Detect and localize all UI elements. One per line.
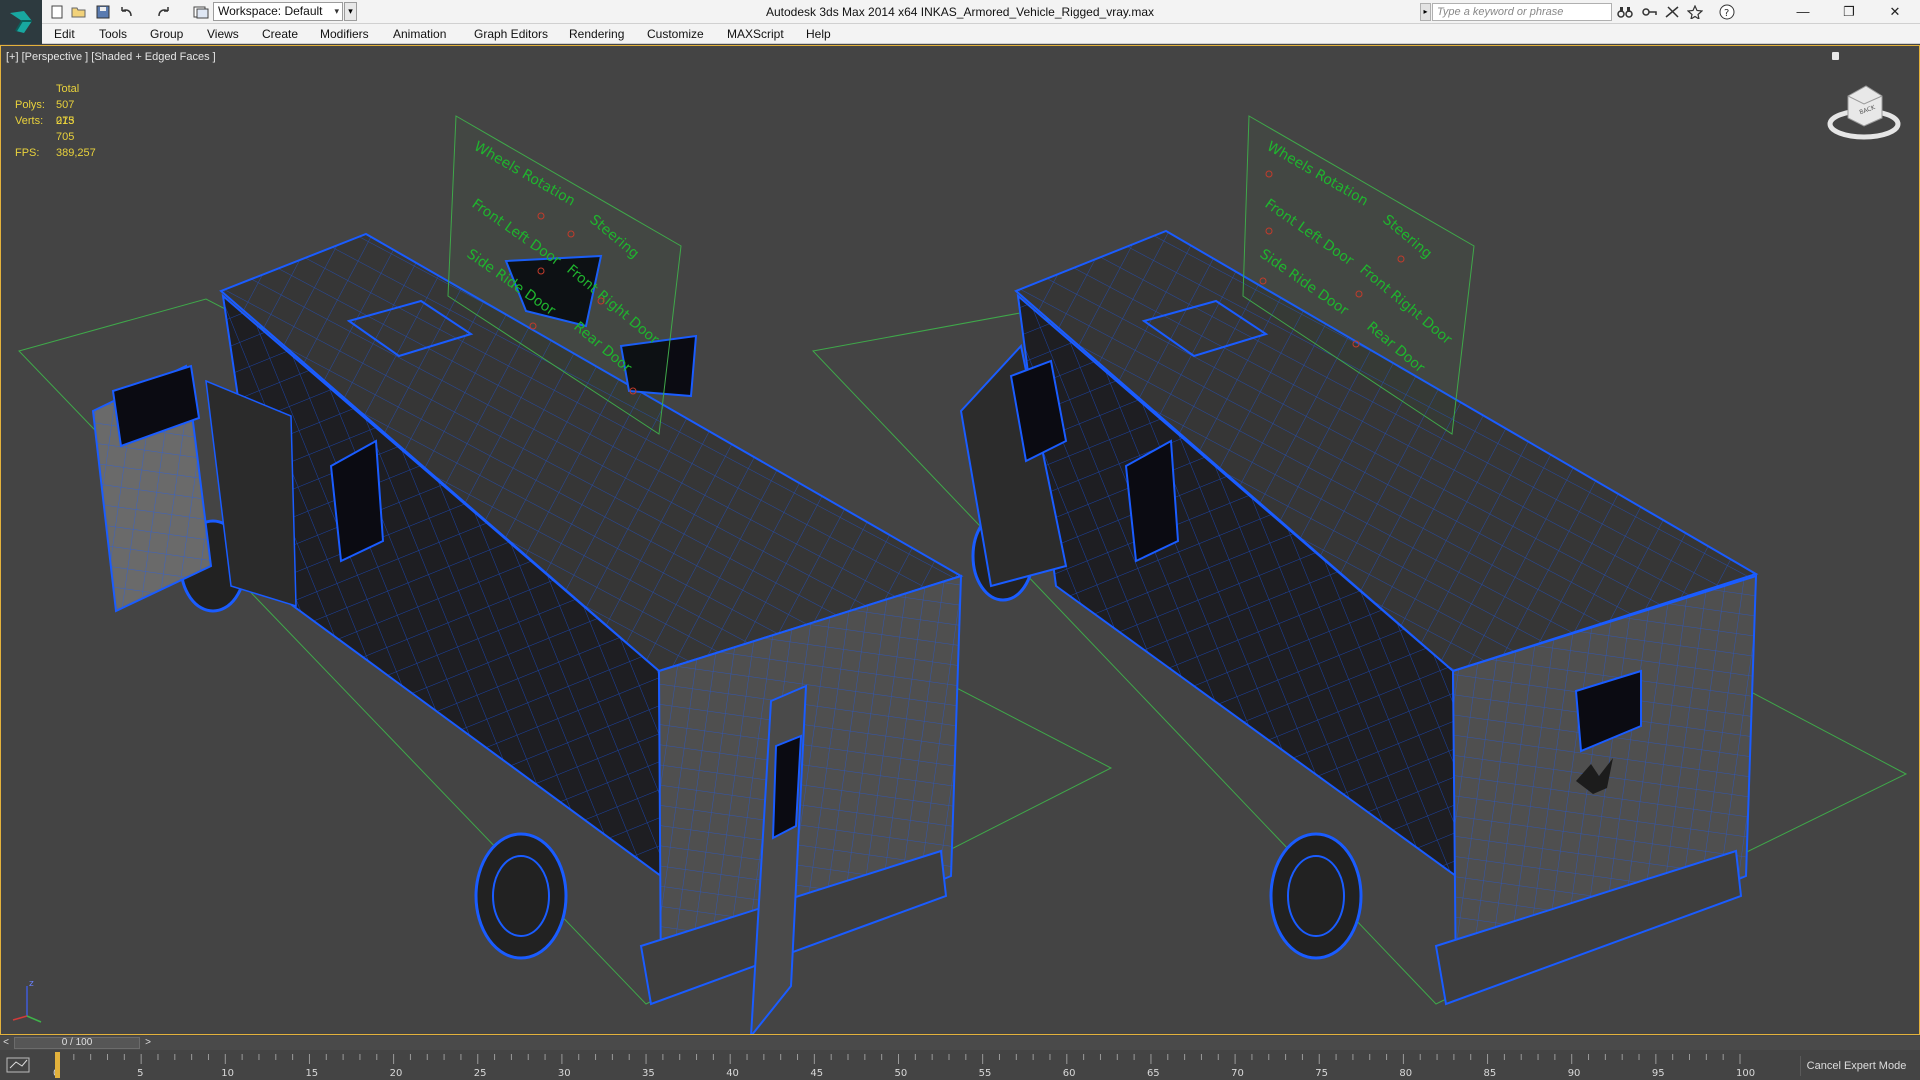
axis-z-label: z	[29, 979, 34, 989]
title-bar: Autodesk 3ds Max 2014 x64 INKAS_Armored_…	[0, 0, 1920, 24]
undo-icon[interactable]	[118, 3, 136, 21]
trackbar-ruler[interactable]: 0510152025303540455055606570758085909510…	[0, 1050, 1790, 1080]
axis-tripod: z	[12, 979, 42, 1023]
viewport-label[interactable]: [+] [Perspective ] [Shaded + Edged Faces…	[6, 51, 216, 63]
scene-canvas[interactable]: Wheels Rotation Steering Front Left Door…	[1, 46, 1919, 1034]
vehicle-left[interactable]: Wheels Rotation Steering Front Left Door…	[18, 115, 1113, 1034]
time-slider: < 0 / 100 >	[0, 1036, 1920, 1050]
menu-modifiers[interactable]: Modifiers	[320, 24, 369, 44]
key-icon[interactable]	[1640, 3, 1658, 21]
favorites-star-icon[interactable]	[1686, 3, 1704, 21]
svg-text:?: ?	[1724, 8, 1729, 19]
maximize-button[interactable]: ❐	[1826, 0, 1872, 24]
menu-edit[interactable]: Edit	[54, 24, 75, 44]
stats-header: Total	[56, 83, 80, 95]
current-frame-marker[interactable]	[55, 1052, 60, 1078]
subscription-icon[interactable]	[1663, 3, 1681, 21]
time-slider-thumb[interactable]: 0 / 100	[14, 1037, 140, 1049]
trackbar-tick-label: 25	[474, 1068, 487, 1079]
menu-create[interactable]: Create	[262, 24, 298, 44]
menu-animation[interactable]: Animation	[393, 24, 446, 44]
trackbar-tick-label: 40	[726, 1068, 739, 1079]
viewcube[interactable]: BACK	[1826, 74, 1902, 144]
trackbar-tick-label: 90	[1568, 1068, 1581, 1079]
menu-graph-editors[interactable]: Graph Editors	[474, 24, 548, 44]
save-icon[interactable]	[94, 3, 112, 21]
help-icon[interactable]: ?	[1718, 3, 1736, 21]
trackbar-tick-label: 15	[305, 1068, 318, 1079]
menu-rendering[interactable]: Rendering	[569, 24, 624, 44]
menu-customize[interactable]: Customize	[647, 24, 704, 44]
polys-label: Polys:	[15, 99, 45, 111]
trackbar-tick-label: 75	[1315, 1068, 1328, 1079]
3ds-max-window: Autodesk 3ds Max 2014 x64 INKAS_Armored_…	[0, 0, 1920, 1080]
fps-label: FPS:	[15, 147, 40, 159]
redo-icon[interactable]	[154, 3, 172, 21]
trackbar-tick-label: 30	[558, 1068, 571, 1079]
menu-views[interactable]: Views	[207, 24, 239, 44]
trackbar-tick-label: 60	[1063, 1068, 1076, 1079]
trackbar-tick-label: 70	[1231, 1068, 1244, 1079]
trackbar-tick-label: 100	[1736, 1068, 1755, 1079]
trackbar-tick-label: 10	[221, 1068, 234, 1079]
workspace-label: Workspace: Default	[218, 4, 323, 18]
binoculars-icon[interactable]	[1616, 3, 1634, 21]
perspective-viewport[interactable]: Wheels Rotation Steering Front Left Door…	[0, 45, 1920, 1035]
search-expand-arrow[interactable]: ▸	[1420, 3, 1431, 21]
track-bar[interactable]: 0510152025303540455055606570758085909510…	[0, 1050, 1920, 1080]
open-file-icon[interactable]	[70, 3, 88, 21]
slider-prev-button[interactable]: <	[0, 1036, 12, 1050]
chevron-down-icon: ▾	[334, 6, 339, 16]
close-button[interactable]: ✕	[1872, 0, 1918, 24]
cancel-expert-mode-button[interactable]: Cancel Expert Mode	[1800, 1056, 1912, 1076]
trackbar-tick-label: 55	[979, 1068, 992, 1079]
trackbar-tick-label: 50	[895, 1068, 908, 1079]
trackbar-tick-label: 45	[810, 1068, 823, 1079]
workspace-dropdown[interactable]: Workspace: Default ▾	[213, 2, 343, 21]
3ds-max-logo-button[interactable]	[0, 0, 42, 44]
search-input[interactable]: Type a keyword or phrase	[1432, 3, 1612, 21]
verts-value: 275 705	[56, 115, 75, 143]
menu-maxscript[interactable]: MAXScript	[727, 24, 784, 44]
trackbar-tick-label: 65	[1147, 1068, 1160, 1079]
trackbar-tick-label: 95	[1652, 1068, 1665, 1079]
menu-bar: Edit Tools Group Views Create Modifiers …	[42, 24, 1920, 44]
fps-value: 389,257	[56, 147, 96, 159]
slider-next-button[interactable]: >	[142, 1036, 154, 1050]
trackbar-tick-label: 5	[137, 1068, 143, 1079]
trackbar-tick-label: 85	[1484, 1068, 1497, 1079]
menu-help[interactable]: Help	[806, 24, 831, 44]
trackbar-tick-label: 80	[1399, 1068, 1412, 1079]
menu-tools[interactable]: Tools	[99, 24, 127, 44]
rear-wheel-left	[474, 832, 568, 960]
trackbar-tick-label: 35	[642, 1068, 655, 1079]
viewport-pin-icon[interactable]	[1832, 52, 1839, 60]
new-file-icon[interactable]	[48, 3, 66, 21]
workspace-menu-arrow[interactable]: ▾	[344, 2, 357, 21]
project-folder-icon[interactable]	[192, 3, 210, 21]
verts-label: Verts:	[15, 115, 44, 127]
minimize-button[interactable]: —	[1780, 0, 1826, 24]
trackbar-tick-label: 20	[390, 1068, 403, 1079]
vehicle-right[interactable]: Wheels Rotation Steering Front Left Door…	[811, 115, 1908, 1006]
menu-group[interactable]: Group	[150, 24, 183, 44]
